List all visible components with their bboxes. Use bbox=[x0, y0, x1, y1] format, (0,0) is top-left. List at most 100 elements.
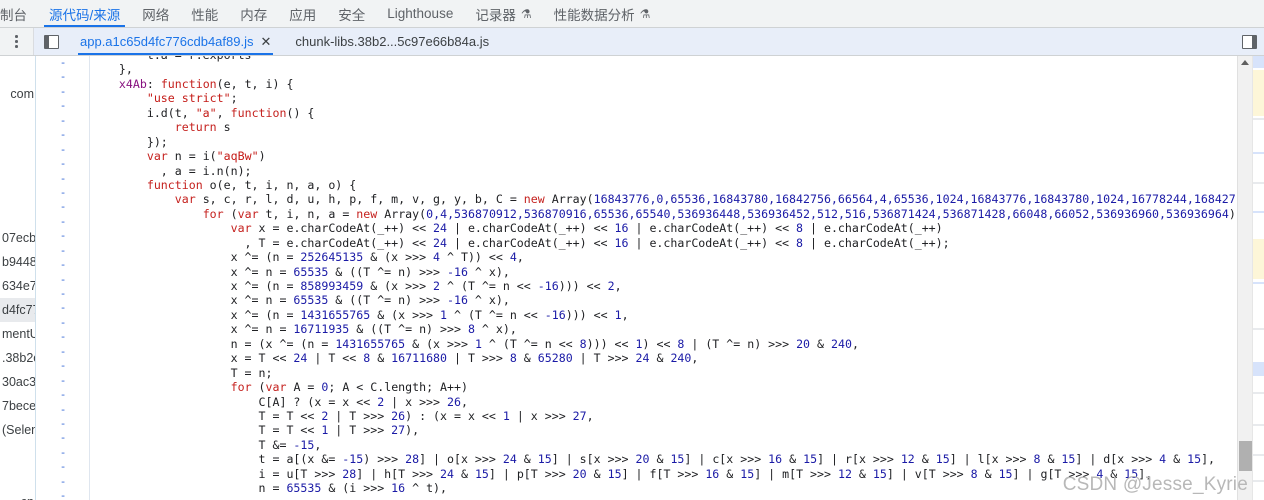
navigator-item-13[interactable]: 30ac3 bbox=[0, 370, 35, 394]
gutter-line-marker[interactable]: - bbox=[37, 273, 89, 287]
code-line[interactable]: , a = i.n(n); bbox=[91, 164, 1236, 178]
devtools-tab-1[interactable]: 源代码/来源 bbox=[38, 0, 131, 27]
code-line[interactable]: x4Ab: function(e, t, i) { bbox=[91, 77, 1236, 91]
navigator-item-7[interactable]: 07ecb5 bbox=[0, 226, 35, 250]
devtools-tab-0[interactable]: 制台 bbox=[0, 0, 38, 27]
gutter-line-marker[interactable]: - bbox=[37, 244, 89, 258]
scrollbar-thumb[interactable] bbox=[1239, 441, 1252, 471]
gutter-line-marker[interactable]: - bbox=[37, 229, 89, 243]
code-line[interactable]: t = a[(x &= -15) >>> 28] | o[x >>> 24 & … bbox=[91, 452, 1236, 466]
gutter-line-marker[interactable]: - bbox=[37, 85, 89, 99]
gutter-line-marker[interactable]: - bbox=[37, 70, 89, 84]
gutter-line-marker[interactable]: - bbox=[37, 475, 89, 489]
navigator-file-tree[interactable]: com 07ecb5b94488634e7cd4fc77mentU.38b2c30… bbox=[0, 56, 36, 500]
gutter-line-marker[interactable]: - bbox=[37, 359, 89, 373]
code-line[interactable]: x = T << 24 | T << 8 & 16711680 | T >>> … bbox=[91, 351, 1236, 365]
gutter-line-marker[interactable]: - bbox=[37, 460, 89, 474]
code-line[interactable]: C[A] ? (x = x << 2 | x >>> 26, bbox=[91, 395, 1236, 409]
code-line[interactable]: T &= -15, bbox=[91, 438, 1236, 452]
devtools-tab-9[interactable]: 性能数据分析 ⚗ bbox=[543, 0, 662, 27]
navigator-item-15[interactable]: (Selen bbox=[0, 418, 35, 442]
devtools-tab-2[interactable]: 网络 bbox=[131, 0, 180, 27]
gutter-line-marker[interactable]: - bbox=[37, 403, 89, 417]
editor-vertical-scrollbar[interactable] bbox=[1237, 56, 1252, 500]
code-token: var bbox=[174, 192, 196, 207]
navigator-item-8[interactable]: b94488 bbox=[0, 250, 35, 274]
gutter-line-marker[interactable]: - bbox=[37, 431, 89, 445]
code-line[interactable]: T = T << 2 | T >>> 26) : (x = x << 1 | x… bbox=[91, 409, 1236, 423]
code-line[interactable]: x ^= n = 65535 & ((T ^= n) >>> -16 ^ x), bbox=[91, 265, 1236, 279]
code-line[interactable]: }); bbox=[91, 135, 1236, 149]
code-line[interactable]: for (var t, i, n, a = new Array(0,4,5368… bbox=[91, 207, 1236, 221]
gutter-line-marker[interactable]: - bbox=[37, 157, 89, 171]
overview-ruler-band bbox=[1253, 480, 1264, 482]
code-line[interactable]: var s, c, r, l, d, u, h, p, f, m, v, g, … bbox=[91, 192, 1236, 206]
code-line[interactable]: }, bbox=[91, 62, 1236, 76]
code-line[interactable]: var n = i("aqBw") bbox=[91, 149, 1236, 163]
navigator-item-10[interactable]: d4fc77 bbox=[0, 298, 35, 322]
code-line[interactable]: x ^= n = 65535 & ((T ^= n) >>> -16 ^ x), bbox=[91, 293, 1236, 307]
code-line[interactable]: T = T << 1 | T >>> 27), bbox=[91, 423, 1236, 437]
devtools-tab-4[interactable]: 内存 bbox=[229, 0, 278, 27]
code-token: new bbox=[523, 192, 545, 207]
gutter-line-marker[interactable]: - bbox=[37, 56, 89, 70]
navigator-item-18[interactable]: cn bbox=[0, 490, 35, 500]
code-line[interactable]: "use strict"; bbox=[91, 91, 1236, 105]
file-tab-1[interactable]: chunk-libs.38b2...5c97e66b84a.js bbox=[283, 28, 501, 55]
source-code-editor[interactable]: t.a = r.exports }, x4Ab: function(e, t, … bbox=[91, 56, 1236, 500]
gutter-line-marker[interactable]: - bbox=[37, 446, 89, 460]
show-debugger-button[interactable] bbox=[1234, 28, 1264, 55]
devtools-tab-7[interactable]: Lighthouse bbox=[376, 0, 464, 27]
navigator-item-12[interactable]: .38b2c bbox=[0, 346, 35, 370]
gutter-line-marker[interactable]: - bbox=[37, 330, 89, 344]
code-line[interactable]: n = (x ^= (n = 1431655765 & (x >>> 1 ^ (… bbox=[91, 337, 1236, 351]
gutter-line-marker[interactable]: - bbox=[37, 99, 89, 113]
code-line[interactable]: x ^= (n = 1431655765 & (x >>> 1 ^ (T ^= … bbox=[91, 308, 1236, 322]
gutter-line-marker[interactable]: - bbox=[37, 388, 89, 402]
gutter-line-marker[interactable]: - bbox=[37, 172, 89, 186]
code-line[interactable]: i = u[T >>> 28] | h[T >>> 24 & 15] | p[T… bbox=[91, 467, 1236, 481]
gutter-line-marker[interactable]: - bbox=[37, 114, 89, 128]
editor-overview-ruler[interactable] bbox=[1252, 56, 1264, 500]
gutter-line-marker[interactable]: - bbox=[37, 287, 89, 301]
devtools-tab-8[interactable]: 记录器 ⚗ bbox=[464, 0, 542, 27]
code-line[interactable]: for (var A = 0; A < C.length; A++) bbox=[91, 380, 1236, 394]
gutter-line-marker[interactable]: - bbox=[37, 215, 89, 229]
gutter-line-marker[interactable]: - bbox=[37, 200, 89, 214]
navigator-item-9[interactable]: 634e7c bbox=[0, 274, 35, 298]
devtools-tab-5[interactable]: 应用 bbox=[278, 0, 327, 27]
gutter-line-marker[interactable]: - bbox=[37, 186, 89, 200]
gutter-line-marker[interactable]: - bbox=[37, 143, 89, 157]
code-line[interactable]: i.d(t, "a", function() { bbox=[91, 106, 1236, 120]
devtools-tab-3[interactable]: 性能 bbox=[180, 0, 229, 27]
code-line[interactable]: x ^= (n = 858993459 & (x >>> 2 ^ (T ^= n… bbox=[91, 279, 1236, 293]
navigator-item-1[interactable]: com bbox=[0, 82, 35, 106]
code-line[interactable]: x ^= n = 16711935 & ((T ^= n) >>> 8 ^ x)… bbox=[91, 322, 1236, 336]
gutter-line-marker[interactable]: - bbox=[37, 374, 89, 388]
navigator-item-11[interactable]: mentU bbox=[0, 322, 35, 346]
code-line[interactable]: return s bbox=[91, 120, 1236, 134]
code-line[interactable]: function o(e, t, i, n, a, o) { bbox=[91, 178, 1236, 192]
code-line[interactable]: T = n; bbox=[91, 366, 1236, 380]
gutter-line-marker[interactable]: - bbox=[37, 489, 89, 500]
code-line[interactable]: x ^= (n = 252645135 & (x >>> 4 ^ T)) << … bbox=[91, 250, 1236, 264]
show-navigator-button[interactable] bbox=[34, 28, 68, 55]
overview-ruler-band bbox=[1253, 424, 1264, 426]
devtools-tab-6[interactable]: 安全 bbox=[327, 0, 376, 27]
scroll-up-arrow-icon[interactable] bbox=[1241, 60, 1249, 65]
code-line[interactable]: n = 65535 & (i >>> 16 ^ t), bbox=[91, 481, 1236, 495]
gutter-line-marker[interactable]: - bbox=[37, 258, 89, 272]
gutter-line-marker[interactable]: - bbox=[37, 301, 89, 315]
gutter-line-marker[interactable]: - bbox=[37, 417, 89, 431]
code-line[interactable]: var x = e.charCodeAt(_++) << 24 | e.char… bbox=[91, 221, 1236, 235]
file-tab-0[interactable]: app.a1c65d4fc776cdb4af89.js ✕ bbox=[68, 28, 284, 55]
navigator-item-14[interactable]: 7bece bbox=[0, 394, 35, 418]
more-options-button[interactable] bbox=[0, 28, 34, 55]
code-token: -16 bbox=[544, 307, 566, 322]
code-line[interactable]: , T = e.charCodeAt(_++) << 24 | e.charCo… bbox=[91, 236, 1236, 250]
gutter-line-marker[interactable]: - bbox=[37, 316, 89, 330]
close-icon[interactable]: ✕ bbox=[260, 35, 271, 48]
gutter-line-marker[interactable]: - bbox=[37, 128, 89, 142]
gutter-line-marker[interactable]: - bbox=[37, 345, 89, 359]
